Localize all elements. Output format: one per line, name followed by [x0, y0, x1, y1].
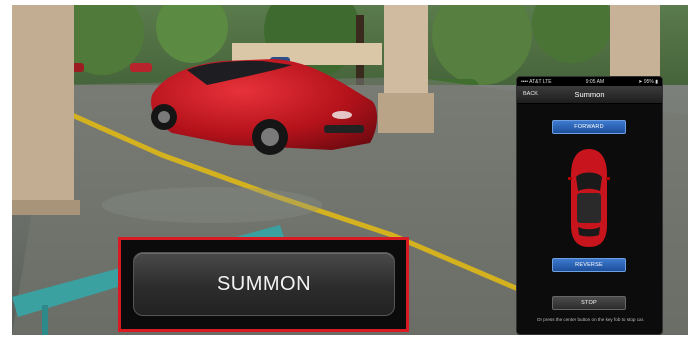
carrier-label: AT&T — [529, 78, 542, 85]
pillar-right — [610, 5, 660, 80]
back-button[interactable]: BACK — [523, 91, 538, 97]
status-bar: •••• AT&T LTE 9:05 AM ➤ 95% ▮ — [517, 77, 662, 86]
summon-highlight-box: SUMMON — [118, 237, 409, 332]
phone-app-screen: •••• AT&T LTE 9:05 AM ➤ 95% ▮ BACK Summo… — [516, 76, 663, 335]
nav-bar: BACK Summon — [517, 86, 662, 104]
reverse-button[interactable]: REVERSE — [552, 258, 626, 272]
battery-icon: ▮ — [655, 78, 658, 85]
car-top-view-icon — [568, 149, 610, 247]
pillar-center — [384, 5, 428, 100]
forward-button[interactable]: FORWARD — [552, 120, 626, 134]
stop-hint-text: Or press the center button on the key fo… — [536, 317, 645, 322]
pillar-left — [12, 5, 74, 210]
stop-button[interactable]: STOP — [552, 296, 626, 310]
network-label: LTE — [542, 78, 552, 85]
battery-percent: 95% — [643, 78, 654, 85]
summon-button[interactable]: SUMMON — [133, 252, 395, 316]
clock: 9:05 AM — [585, 78, 605, 85]
signal-dots-icon: •••• — [521, 78, 530, 85]
screen-title: Summon — [574, 90, 605, 99]
